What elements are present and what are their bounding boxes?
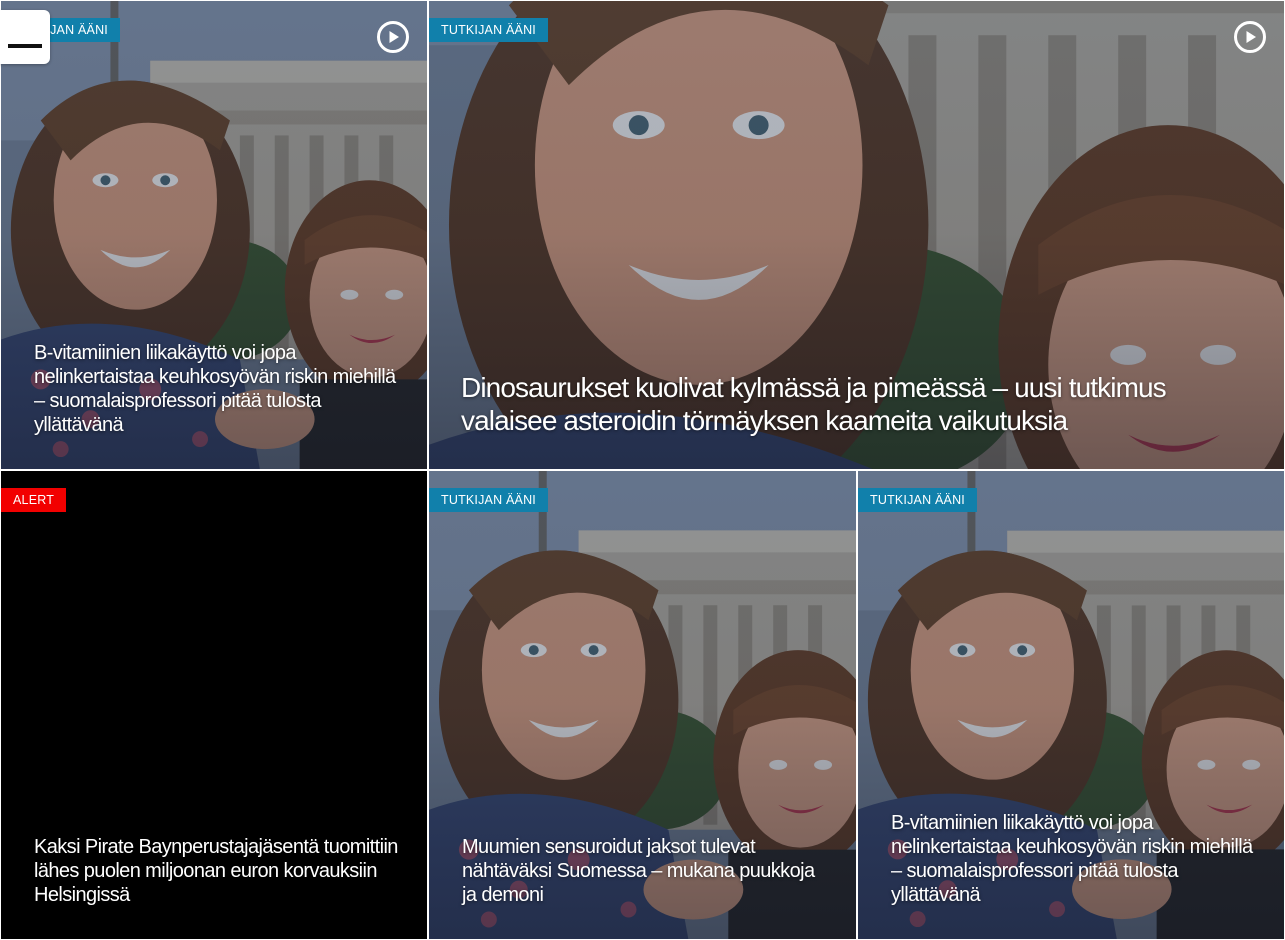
play-video-icon[interactable]	[376, 20, 410, 54]
play-video-icon[interactable]	[1233, 20, 1267, 54]
alert-badge[interactable]: ALERT	[1, 488, 67, 512]
article-headline[interactable]: Muumien sensuroidut jaksot tulevat nähtä…	[462, 835, 828, 907]
category-badge[interactable]: TUTKIJAN ÄÄNI	[429, 18, 548, 42]
hamburger-menu-icon	[8, 44, 42, 48]
article-headline[interactable]: Kaksi Pirate Baynperustajajäsentä tuomit…	[34, 835, 399, 907]
category-badge[interactable]: TUTKIJAN ÄÄNI	[429, 488, 548, 512]
category-badge[interactable]: TUTKIJAN ÄÄNI	[858, 488, 977, 512]
article-headline[interactable]: Dinosaurukset kuolivat kylmässä ja pimeä…	[461, 371, 1244, 437]
article-tile-5[interactable]: TUTKIJAN ÄÄNI B-vitamiinien liikakäyttö …	[858, 471, 1284, 939]
article-tile-1[interactable]: TUTKIJAN ÄÄNI B-vitamiinien liikakäyttö …	[1, 1, 427, 469]
article-headline[interactable]: B-vitamiinien liikakäyttö voi jopa nelin…	[34, 341, 399, 437]
article-tile-4[interactable]: TUTKIJAN ÄÄNI Muumien sensuroidut jaksot…	[429, 471, 856, 939]
article-tile-2[interactable]: TUTKIJAN ÄÄNI Dinosaurukset kuolivat kyl…	[429, 1, 1284, 469]
article-headline[interactable]: B-vitamiinien liikakäyttö voi jopa nelin…	[891, 811, 1256, 907]
menu-button[interactable]	[0, 10, 50, 64]
article-tile-3[interactable]: ALERT Kaksi Pirate Baynperustajajäsentä …	[1, 471, 427, 939]
